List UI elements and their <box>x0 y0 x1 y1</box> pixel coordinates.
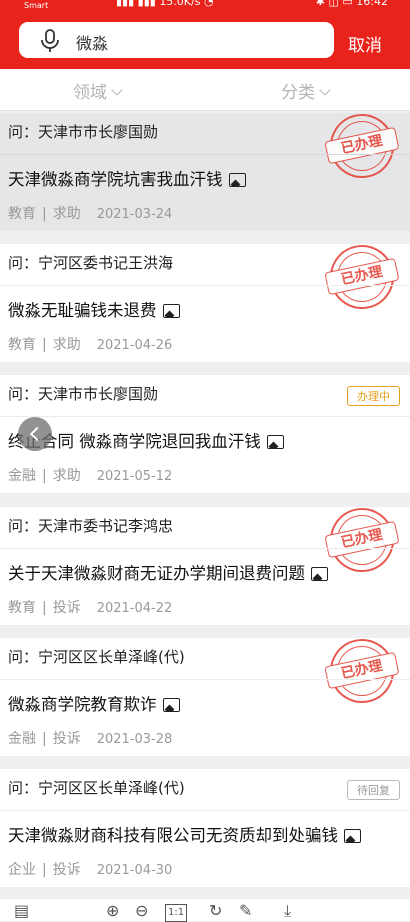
divider <box>0 810 410 811</box>
status-badge: 待回复 <box>347 780 400 800</box>
divider <box>0 285 410 286</box>
divider <box>0 548 410 549</box>
clock: ✱ ◫ ▭ 16:42 <box>315 0 388 8</box>
bottom-toolbar: ▤ ⊕ ⊖ 1:1 ↻ ✎ ⤓ <box>0 899 410 922</box>
image-icon <box>228 172 246 187</box>
item-title[interactable]: 微淼无耻骗钱未退费 <box>8 297 180 321</box>
question-recipient: 问：天津市市长廖国勋 <box>8 123 159 141</box>
actual-size-icon[interactable]: 1:1 <box>165 904 188 922</box>
chevron-down-icon <box>319 84 331 96</box>
list-item[interactable]: 问：天津市市长廖国勋 已办理 天津微淼商学院坑害我血汗钱 教育 | 求助 2021-0… <box>0 108 410 231</box>
item-meta: 教育 | 求助 2021-04-26 <box>8 337 173 353</box>
item-title[interactable]: 天津微淼财商科技有限公司无资质却到处骗钱 <box>8 822 361 846</box>
network-speed: ▮▮▮ ▮▮▮ 15.0K/s ◔ <box>116 0 214 8</box>
status-stamp: 已办理 <box>324 108 400 184</box>
search-bar: 微淼 取消 <box>0 14 410 69</box>
filter-domain-label: 领域 <box>73 83 107 103</box>
question-recipient: 问：宁河区区长单泽峰(代) <box>8 648 185 666</box>
list-item[interactable]: 问：天津市委书记李鸿忠 已办理 关于天津微淼财商无证办学期间退费问题 教育 | 投诉… <box>0 502 410 625</box>
item-meta: 金融 | 求助 2021-05-12 <box>8 468 173 484</box>
layout-icon[interactable]: ▤ <box>14 903 29 919</box>
filter-category[interactable]: 分类 <box>281 78 331 103</box>
zoom-in-icon[interactable]: ⊕ <box>106 903 119 919</box>
carrier-label: Smart <box>24 1 49 10</box>
edit-icon[interactable]: ✎ <box>239 903 252 919</box>
image-icon <box>162 303 180 318</box>
item-meta: 金融 | 投诉 2021-03-28 <box>8 731 173 747</box>
back-arrow-icon[interactable] <box>18 417 52 451</box>
microphone-icon[interactable] <box>39 29 61 53</box>
item-meta: 教育 | 求助 2021-03-24 <box>8 206 173 222</box>
status-stamp: 已办理 <box>324 239 400 315</box>
item-meta: 教育 | 投诉 2021-04-22 <box>8 600 173 616</box>
item-title[interactable]: 微淼商学院教育欺诈 <box>8 691 180 715</box>
divider <box>0 154 410 155</box>
question-recipient: 问：宁河区区长单泽峰(代) <box>8 779 185 797</box>
filter-bar: 领域 分类 <box>0 69 410 111</box>
list-item[interactable]: 问：天津市市长廖国勋 办理中 终止合同 微淼商学院退回我血汗钱 金融 | 求助 202… <box>0 375 410 493</box>
list-item[interactable]: 问：宁河区区长单泽峰(代) 已办理 微淼商学院教育欺诈 金融 | 投诉 2021-03… <box>0 633 410 756</box>
image-icon <box>162 697 180 712</box>
image-icon <box>311 566 328 581</box>
status-bar: Smart ▮▮▮ ▮▮▮ 15.0K/s ◔ ✱ ◫ ▭ 16:42 <box>0 0 410 14</box>
list-item[interactable]: 问：宁河区区长单泽峰(代) 待回复 天津微淼财商科技有限公司无资质却到处骗钱 企… <box>0 769 410 887</box>
status-stamp: 已办理 <box>324 633 400 709</box>
item-title[interactable]: 关于天津微淼财商无证办学期间退费问题 <box>8 560 328 584</box>
image-icon <box>344 828 361 843</box>
item-title[interactable]: 天津微淼商学院坑害我血汗钱 <box>8 166 246 190</box>
question-recipient: 问：宁河区委书记王洪海 <box>8 254 174 272</box>
question-recipient: 问：天津市市长廖国勋 <box>8 385 159 403</box>
image-icon <box>266 434 284 449</box>
search-query[interactable]: 微淼 <box>76 30 108 54</box>
question-recipient: 问：天津市委书记李鸿忠 <box>8 517 174 535</box>
cancel-button[interactable]: 取消 <box>348 31 382 56</box>
filter-domain[interactable]: 领域 <box>73 78 123 103</box>
divider <box>0 416 410 417</box>
download-icon[interactable]: ⤓ <box>284 903 291 919</box>
search-input[interactable]: 微淼 <box>19 22 334 58</box>
item-meta: 企业 | 投诉 2021-04-30 <box>8 862 173 878</box>
filter-category-label: 分类 <box>281 83 315 103</box>
status-badge: 办理中 <box>347 386 400 406</box>
status-stamp: 已办理 <box>324 502 400 578</box>
list-item[interactable]: 问：宁河区委书记王洪海 已办理 微淼无耻骗钱未退费 教育 | 求助 2021-04-2… <box>0 239 410 362</box>
chevron-down-icon <box>111 84 123 96</box>
zoom-out-icon[interactable]: ⊖ <box>135 903 148 919</box>
divider <box>0 679 410 680</box>
rotate-icon[interactable]: ↻ <box>209 903 222 919</box>
